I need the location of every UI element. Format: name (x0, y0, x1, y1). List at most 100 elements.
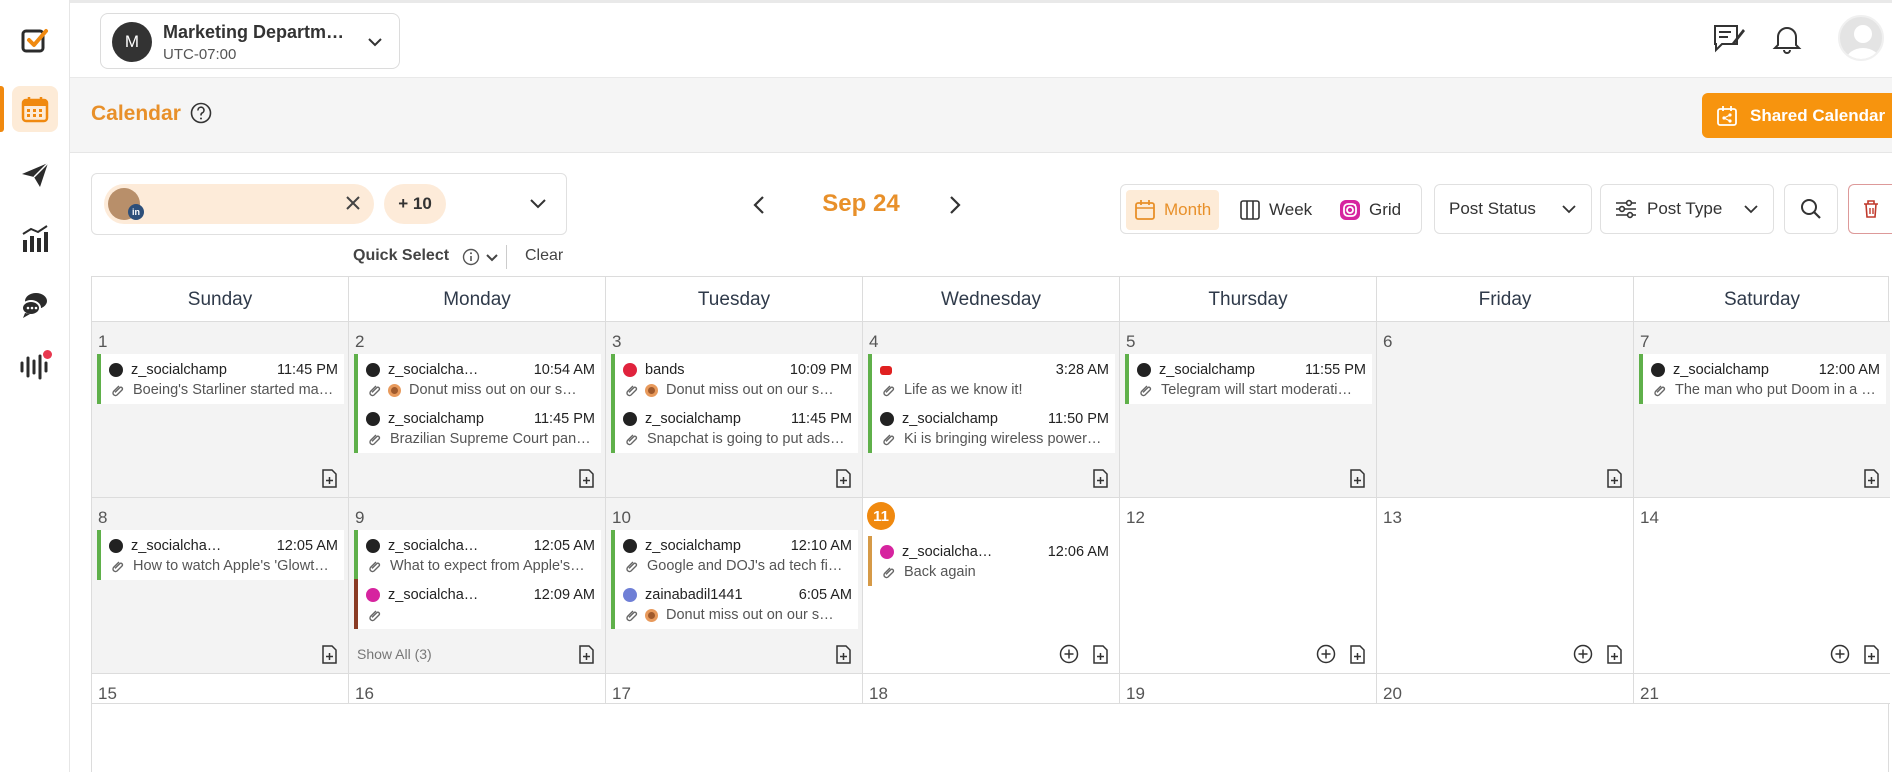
add-note-icon[interactable] (834, 644, 852, 664)
day-number: 6 (1383, 332, 1393, 351)
calendar-nav-icon[interactable] (0, 86, 58, 132)
account-filter[interactable]: in + 10 (91, 173, 567, 235)
add-post-icon[interactable] (1830, 644, 1850, 664)
show-all-link[interactable]: Show All (3) (357, 646, 432, 662)
app-root: M Marketing Departm… UTC-07:00 Calendar … (0, 0, 1892, 772)
clear-button[interactable]: Clear (525, 247, 563, 265)
day-cell[interactable]: 14 (1634, 498, 1890, 673)
delete-button[interactable] (1848, 184, 1892, 234)
info-icon[interactable] (462, 248, 480, 266)
week-view-button[interactable]: Week (1231, 190, 1320, 230)
post-time: 12:10 AM (790, 538, 852, 554)
post-type-dropdown[interactable]: Post Type (1600, 184, 1774, 234)
post-card[interactable]: z_socialcha… 10:54 AM Donut miss out on ou… (354, 354, 601, 404)
quick-select-label[interactable]: Quick Select (353, 247, 449, 265)
post-card[interactable]: zainabadil1441 6:05 AM Donut miss out on o… (611, 579, 858, 629)
day-cell[interactable]: 1 z_socialchamp 11:45 PM Boeing's Starliner… (92, 322, 349, 497)
listening-icon[interactable] (12, 344, 58, 390)
add-post-icon[interactable] (1573, 644, 1593, 664)
post-card[interactable]: z_socialcha… 12:05 AM How to watch Apple's… (97, 530, 344, 580)
post-account: z_socialchamp (388, 411, 484, 427)
shared-calendar-icon (1717, 105, 1737, 126)
threads-icon (366, 539, 380, 553)
day-number: 15 (98, 684, 117, 703)
chevron-down-icon[interactable] (485, 253, 499, 263)
day-cell[interactable]: 21 (1634, 674, 1890, 703)
post-card[interactable]: z_socialcha… 12:05 AM What to expect from … (354, 530, 601, 580)
day-cell[interactable]: 10 z_socialchamp 12:10 AM Google and DOJ's … (606, 498, 863, 673)
day-cell[interactable]: 15 (92, 674, 349, 703)
add-note-icon[interactable] (1348, 644, 1366, 664)
post-card[interactable]: z_socialchamp 11:45 PM Snapchat is going t… (611, 403, 858, 453)
day-cell[interactable]: 7 z_socialchamp 12:00 AM The man who put Do… (1634, 322, 1890, 497)
post-card[interactable]: z_socialcha… 12:06 AM Back again (868, 536, 1115, 586)
user-avatar[interactable] (1838, 15, 1884, 61)
add-note-icon[interactable] (1091, 468, 1109, 488)
day-cell[interactable]: 4 3:28 AM Life as we know it! z_socialchamp… (863, 322, 1120, 497)
day-cell[interactable]: 12 (1120, 498, 1377, 673)
add-note-icon[interactable] (1605, 644, 1623, 664)
add-post-icon[interactable] (1059, 644, 1079, 664)
close-icon[interactable] (342, 192, 364, 214)
post-card[interactable]: 3:28 AM Life as we know it! (868, 354, 1115, 404)
linkedin-icon: in (128, 204, 144, 220)
logo-icon[interactable] (12, 18, 58, 64)
chevron-right-icon[interactable] (944, 193, 964, 217)
day-cell[interactable]: 6 (1377, 322, 1634, 497)
day-cell[interactable]: 11 z_socialcha… 12:06 AM Back again (863, 498, 1120, 673)
post-card[interactable]: bands 10:09 PM Donut miss out on our s… (611, 354, 858, 404)
day-cell[interactable]: 18 (863, 674, 1120, 703)
day-cell[interactable]: 8 z_socialcha… 12:05 AM How to watch Apple'… (92, 498, 349, 673)
search-button[interactable] (1784, 184, 1838, 234)
more-accounts-chip[interactable]: + 10 (384, 184, 446, 224)
analytics-icon[interactable] (12, 216, 58, 262)
day-cell[interactable]: 19 (1120, 674, 1377, 703)
chevron-left-icon[interactable] (750, 193, 770, 217)
day-cell[interactable]: 3 bands 10:09 PM Donut miss out on our s… z_… (606, 322, 863, 497)
publish-icon[interactable] (12, 152, 58, 198)
post-status-dropdown[interactable]: Post Status (1434, 184, 1592, 234)
workspace-name: Marketing Departm… (163, 22, 345, 42)
post-card[interactable]: z_socialchamp 12:00 AM The man who put Doo… (1639, 354, 1886, 404)
day-cell[interactable]: 9 z_socialcha… 12:05 AM What to expect from… (349, 498, 606, 673)
add-note-icon[interactable] (320, 468, 338, 488)
day-cell[interactable]: 5 z_socialchamp 11:55 PM Telegram will star… (1120, 322, 1377, 497)
notes-icon[interactable] (1712, 23, 1746, 53)
day-cell[interactable]: 13 (1377, 498, 1634, 673)
view-toggle: Month Week Grid (1120, 184, 1422, 234)
add-note-icon[interactable] (577, 644, 595, 664)
add-note-icon[interactable] (834, 468, 852, 488)
post-card[interactable]: z_socialcha… 12:09 AM (354, 579, 601, 629)
post-text: Life as we know it! (904, 382, 1023, 398)
day-cell[interactable]: 17 (606, 674, 863, 703)
post-time: 12:06 AM (1047, 544, 1109, 560)
add-note-icon[interactable] (577, 468, 595, 488)
bell-icon[interactable] (1772, 23, 1802, 55)
help-icon[interactable] (190, 102, 212, 124)
month-view-button[interactable]: Month (1126, 190, 1220, 230)
add-note-icon[interactable] (1348, 468, 1366, 488)
add-note-icon[interactable] (1605, 468, 1623, 488)
calendar-week: 15 16 17 18 19 20 21 (92, 674, 1890, 704)
add-note-icon[interactable] (1091, 644, 1109, 664)
selected-account-chip[interactable]: in (104, 184, 374, 224)
post-card[interactable]: z_socialchamp 12:10 AM Google and DOJ's ad… (611, 530, 858, 580)
day-cell[interactable]: 2 z_socialcha… 10:54 AM Donut miss out on o… (349, 322, 606, 497)
add-note-icon[interactable] (320, 644, 338, 664)
attachment-icon (112, 561, 124, 573)
day-cell[interactable]: 20 (1377, 674, 1634, 703)
post-card[interactable]: z_socialchamp 11:55 PM Telegram will start… (1125, 354, 1372, 404)
grid-view-button[interactable]: Grid (1331, 190, 1409, 230)
post-card[interactable]: z_socialchamp 11:50 PM Ki is bringing wire… (868, 403, 1115, 453)
shared-calendar-button[interactable]: Shared Calendar (1702, 93, 1892, 138)
workspace-selector[interactable]: M Marketing Departm… UTC-07:00 (100, 13, 400, 69)
chevron-down-icon[interactable] (528, 194, 548, 214)
day-cell[interactable]: 16 (349, 674, 606, 703)
post-card[interactable]: z_socialchamp 11:45 PM Brazilian Supreme C… (354, 403, 601, 453)
add-post-icon[interactable] (1316, 644, 1336, 664)
post-account: bands (645, 362, 685, 378)
post-card[interactable]: z_socialchamp 11:45 PM Boeing's Starliner … (97, 354, 344, 404)
add-note-icon[interactable] (1862, 644, 1880, 664)
inbox-chat-icon[interactable] (12, 282, 58, 328)
add-note-icon[interactable] (1862, 468, 1880, 488)
